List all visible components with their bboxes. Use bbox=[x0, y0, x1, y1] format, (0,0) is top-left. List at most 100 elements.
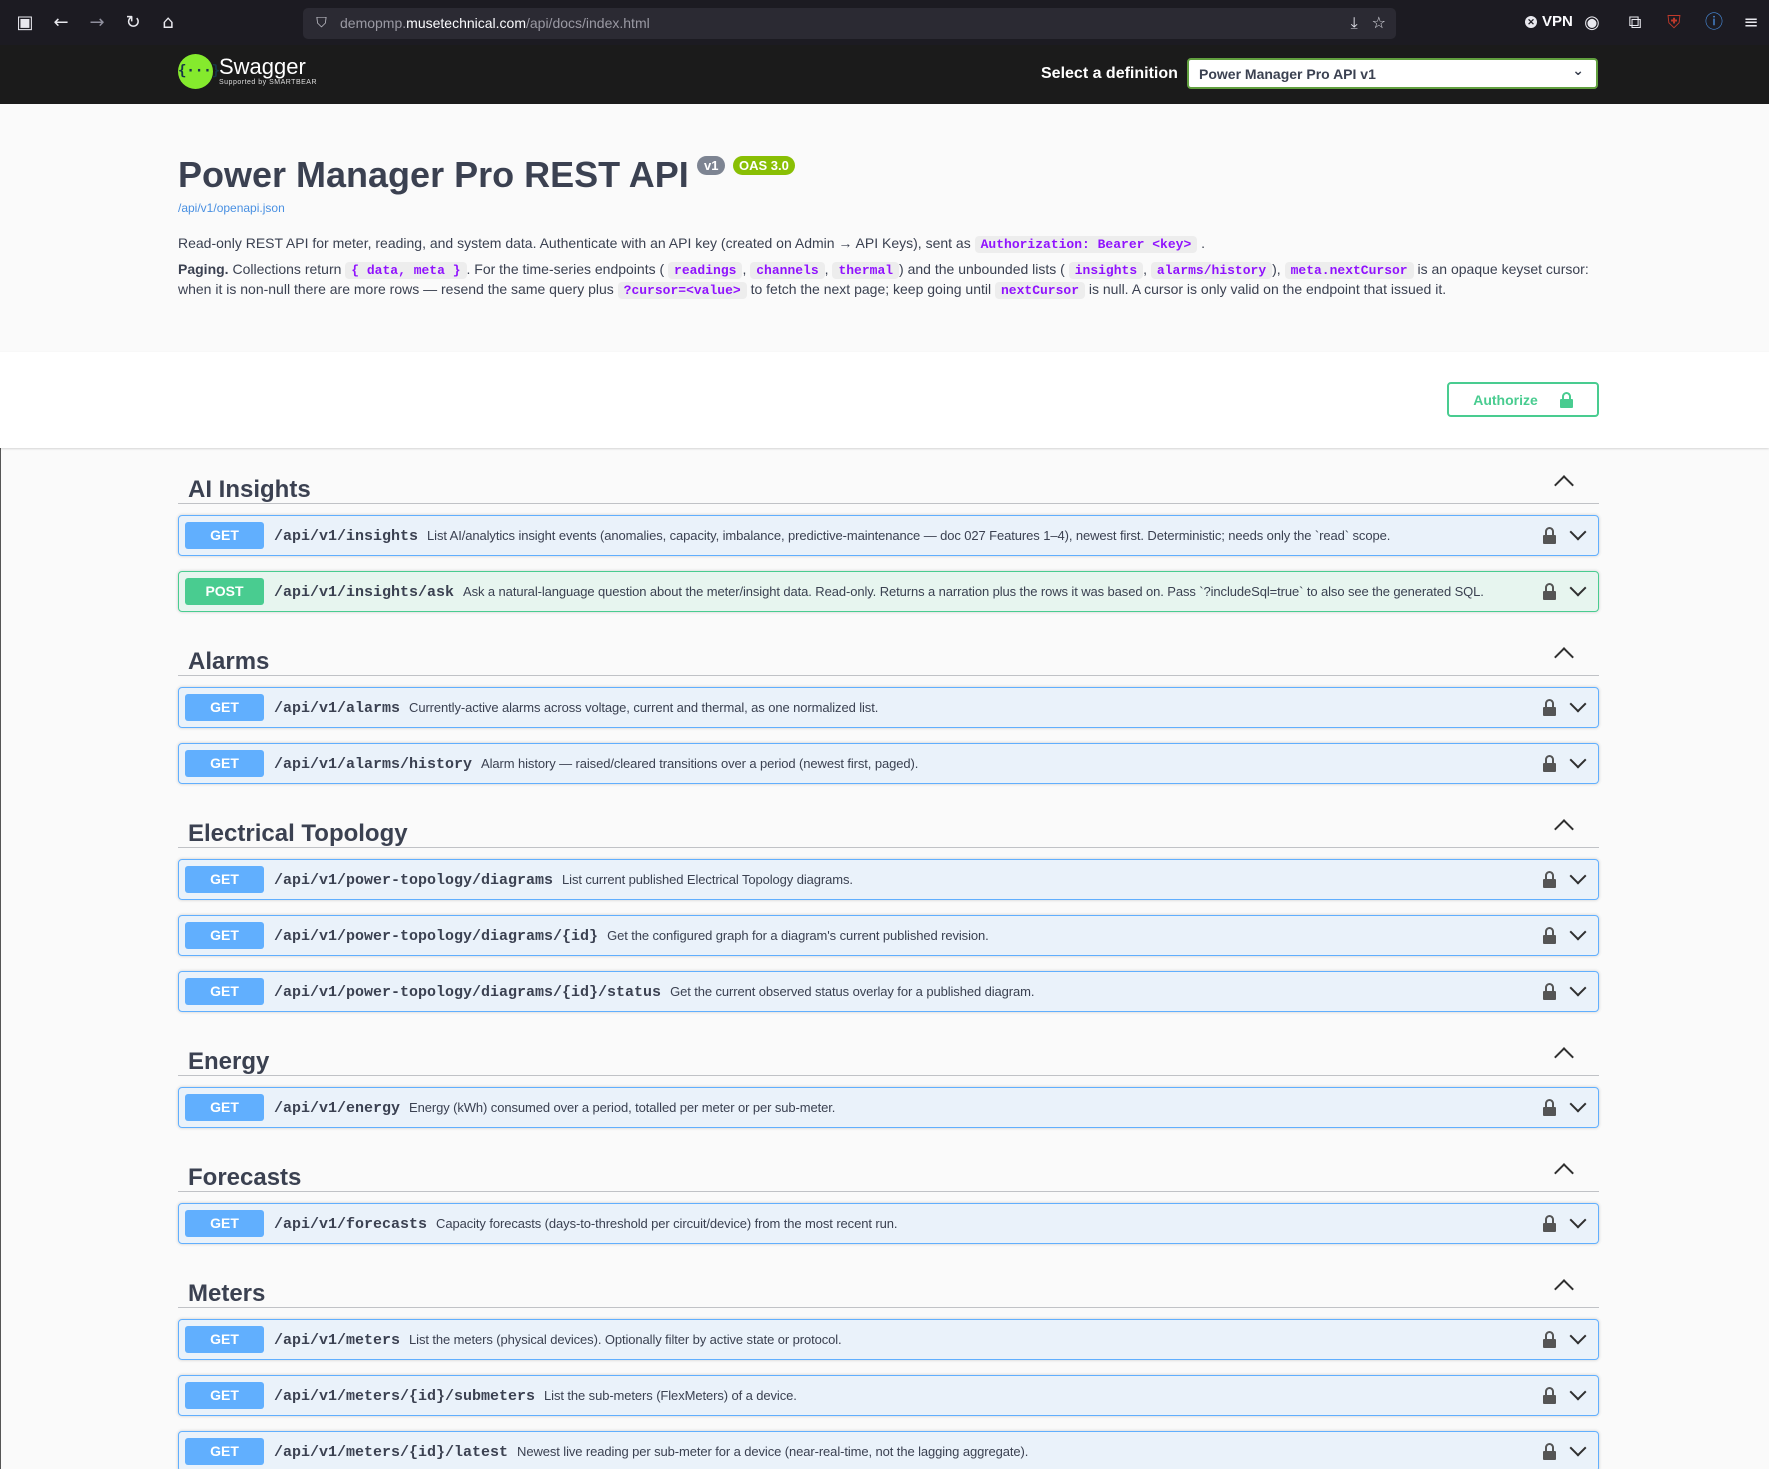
operation-summary: Currently-active alarms across voltage, … bbox=[409, 700, 879, 715]
sidebar-toggle-icon[interactable]: ▣ bbox=[14, 12, 36, 34]
operation-row[interactable]: GET/api/v1/alarms/history Alarm history —… bbox=[178, 743, 1599, 784]
operation-row[interactable]: GET/api/v1/forecasts Capacity forecasts (… bbox=[178, 1203, 1599, 1244]
operation-path: /api/v1/power-topology/diagrams List curr… bbox=[274, 872, 853, 889]
back-icon[interactable]: ← bbox=[50, 12, 72, 34]
tag-header[interactable]: Alarms bbox=[178, 620, 1599, 676]
chevron-up-icon[interactable] bbox=[1554, 647, 1574, 667]
method-badge: GET bbox=[185, 1210, 264, 1237]
url-bar[interactable]: ⛉ demopmp.musetechnical.com/api/docs/ind… bbox=[303, 8, 1396, 39]
paging-paragraph: Paging. Collections return { data, meta … bbox=[178, 261, 1589, 299]
path-text: /api/v1/meters bbox=[274, 1332, 401, 1349]
forward-icon[interactable]: → bbox=[86, 12, 108, 34]
lock-icon[interactable] bbox=[1543, 699, 1556, 716]
chevron-up-icon[interactable] bbox=[1554, 475, 1574, 495]
tag-header[interactable]: Meters bbox=[178, 1252, 1599, 1308]
operation-row[interactable]: GET/api/v1/power-topology/diagrams/{id}/… bbox=[178, 971, 1599, 1012]
swagger-logo[interactable]: {···} Swagger Supported by SMARTBEAR bbox=[178, 54, 317, 89]
lock-icon[interactable] bbox=[1543, 527, 1556, 544]
chevron-up-icon[interactable] bbox=[1554, 1163, 1574, 1183]
chevron-down-icon[interactable] bbox=[1569, 523, 1587, 541]
operation-row[interactable]: GET/api/v1/meters/{id}/submeters List the… bbox=[178, 1375, 1599, 1416]
authorize-button[interactable]: Authorize bbox=[1447, 382, 1599, 417]
operation-summary: Get the configured graph for a diagram's… bbox=[607, 928, 989, 943]
tag-header[interactable]: AI Insights bbox=[178, 448, 1599, 504]
swagger-logo-icon: {···} bbox=[178, 54, 220, 89]
operation-summary: Ask a natural-language question about th… bbox=[463, 584, 1484, 599]
path-text: /api/v1/power-topology/diagrams bbox=[274, 872, 554, 889]
definition-select[interactable]: Power Manager Pro API v1 ⌄ bbox=[1187, 58, 1598, 89]
chevron-down-icon[interactable] bbox=[1569, 579, 1587, 597]
chevron-up-icon[interactable] bbox=[1554, 1047, 1574, 1067]
chevron-up-icon[interactable] bbox=[1554, 1279, 1574, 1299]
lock-icon[interactable] bbox=[1543, 927, 1556, 944]
vpn-off-icon: ✕ bbox=[1525, 15, 1537, 28]
path-text: /api/v1/meters/{id}/submeters bbox=[274, 1388, 536, 1405]
chevron-down-icon[interactable] bbox=[1569, 1327, 1587, 1345]
tag-group: Forecasts GET/api/v1/forecasts Capacity fo… bbox=[178, 1136, 1599, 1259]
path-text: /api/v1/power-topology/diagrams/{id}/sta… bbox=[274, 984, 662, 1001]
lock-icon[interactable] bbox=[1543, 583, 1556, 600]
operation-row[interactable]: POST/api/v1/insights/ask Ask a natural-la… bbox=[178, 571, 1599, 612]
account-icon[interactable]: ◉ bbox=[1581, 12, 1603, 34]
openapi-spec-link[interactable]: /api/v1/openapi.json bbox=[178, 201, 285, 215]
lock-icon[interactable] bbox=[1543, 983, 1556, 1000]
method-badge: POST bbox=[185, 578, 264, 605]
path-text: /api/v1/meters/{id}/latest bbox=[274, 1444, 509, 1461]
chevron-down-icon[interactable] bbox=[1569, 923, 1587, 941]
operation-row[interactable]: GET/api/v1/insights List AI/analytics ins… bbox=[178, 515, 1599, 556]
method-badge: GET bbox=[185, 1326, 264, 1353]
auth-paragraph: Read-only REST API for meter, reading, a… bbox=[178, 235, 1206, 253]
method-badge: GET bbox=[185, 922, 264, 949]
operation-path: /api/v1/insights List AI/analytics insigh… bbox=[274, 528, 1390, 545]
operation-row[interactable]: GET/api/v1/meters/{id}/latest Newest live… bbox=[178, 1431, 1599, 1469]
lock-icon[interactable] bbox=[1543, 1099, 1556, 1116]
auth-header-code: Authorization: Bearer <key> bbox=[974, 236, 1198, 253]
chevron-up-icon[interactable] bbox=[1554, 819, 1574, 839]
chevron-down-icon[interactable] bbox=[1569, 867, 1587, 885]
operation-row[interactable]: GET/api/v1/energy Energy (kWh) consumed o… bbox=[178, 1087, 1599, 1128]
lock-icon[interactable] bbox=[1543, 1331, 1556, 1348]
extensions-icon[interactable]: ⧉ bbox=[1624, 12, 1646, 34]
tag-name: Energy bbox=[188, 1048, 270, 1075]
operation-path: /api/v1/forecasts Capacity forecasts (day… bbox=[274, 1216, 897, 1233]
lock-icon[interactable] bbox=[1543, 871, 1556, 888]
version-badge: v1 bbox=[697, 156, 726, 175]
chevron-down-icon[interactable] bbox=[1569, 1383, 1587, 1401]
operation-row[interactable]: GET/api/v1/power-topology/diagrams/{id} G… bbox=[178, 915, 1599, 956]
method-badge: GET bbox=[185, 522, 264, 549]
operation-path: /api/v1/insights/ask Ask a natural-langua… bbox=[274, 584, 1484, 601]
operation-row[interactable]: GET/api/v1/alarms Currently-active alarms… bbox=[178, 687, 1599, 728]
path-text: /api/v1/insights bbox=[274, 528, 419, 545]
lock-icon[interactable] bbox=[1543, 755, 1556, 772]
url-text[interactable]: demopmp.musetechnical.com/api/docs/index… bbox=[340, 15, 650, 31]
vpn-button[interactable]: ✕ VPN bbox=[1525, 13, 1573, 30]
api-title: Power Manager Pro REST API bbox=[178, 154, 689, 195]
ublock-icon[interactable]: ⛨ bbox=[1663, 12, 1685, 34]
chevron-down-icon[interactable] bbox=[1569, 979, 1587, 997]
chevron-down-icon[interactable] bbox=[1569, 1439, 1587, 1457]
tag-name: Meters bbox=[188, 1280, 266, 1307]
operation-row[interactable]: GET/api/v1/power-topology/diagrams List c… bbox=[178, 859, 1599, 900]
save-page-icon[interactable]: ⤓ bbox=[1351, 13, 1358, 33]
tag-header[interactable]: Forecasts bbox=[178, 1136, 1599, 1192]
lock-icon[interactable] bbox=[1543, 1215, 1556, 1232]
bookmark-star-icon[interactable]: ☆ bbox=[1372, 13, 1386, 33]
chevron-down-icon[interactable] bbox=[1569, 751, 1587, 769]
operation-summary: Get the current observed status overlay … bbox=[670, 984, 1035, 999]
tag-group: Alarms GET/api/v1/alarms Currently-active … bbox=[178, 620, 1599, 799]
tag-header[interactable]: Energy bbox=[178, 1020, 1599, 1076]
tag-header[interactable]: Electrical Topology bbox=[178, 792, 1599, 848]
chevron-down-icon[interactable] bbox=[1569, 695, 1587, 713]
operation-row[interactable]: GET/api/v1/meters List the meters (physic… bbox=[178, 1319, 1599, 1360]
operation-path: /api/v1/power-topology/diagrams/{id} Get … bbox=[274, 928, 989, 945]
lock-icon[interactable] bbox=[1543, 1443, 1556, 1460]
site-shield-icon[interactable]: ⛉ bbox=[313, 14, 330, 33]
lock-icon[interactable] bbox=[1543, 1387, 1556, 1404]
method-badge: GET bbox=[185, 694, 264, 721]
menu-icon[interactable]: ≡ bbox=[1740, 12, 1762, 34]
home-icon[interactable]: ⌂ bbox=[157, 12, 179, 34]
reload-icon[interactable]: ↻ bbox=[122, 12, 144, 34]
password-manager-icon[interactable]: ⓘ bbox=[1703, 12, 1725, 34]
chevron-down-icon[interactable] bbox=[1569, 1211, 1587, 1229]
chevron-down-icon[interactable] bbox=[1569, 1095, 1587, 1113]
